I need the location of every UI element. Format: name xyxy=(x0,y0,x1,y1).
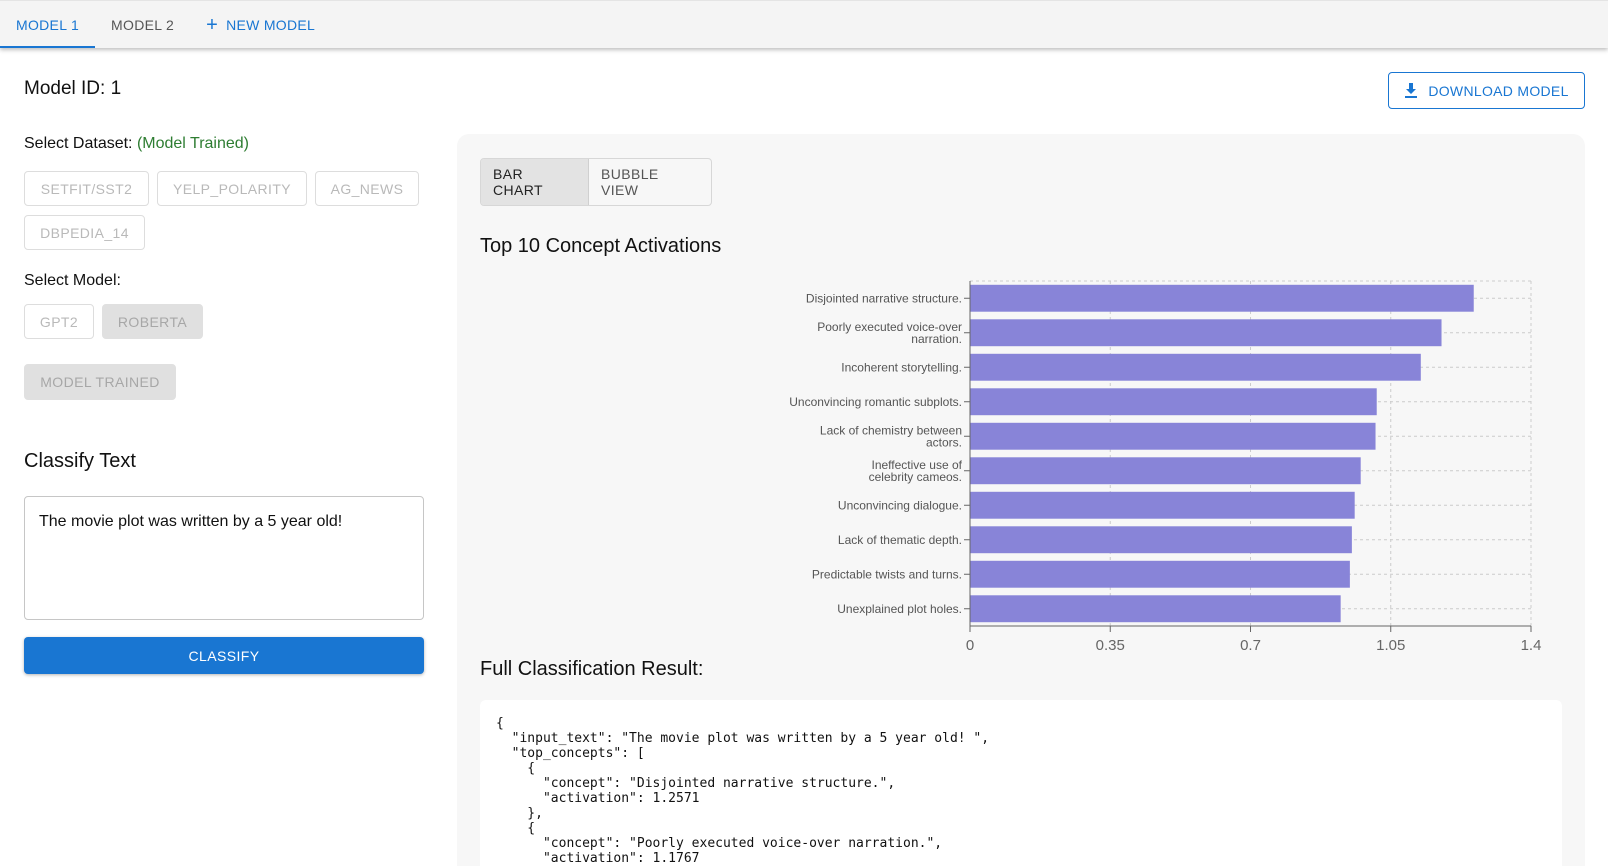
y-category-label: Lack of thematic depth. xyxy=(838,533,962,547)
model-option-roberta[interactable]: ROBERTA xyxy=(102,304,203,339)
classification-result-json: { "input_text": "The movie plot was writ… xyxy=(480,700,1562,866)
dataset-option-sst2[interactable]: SETFIT/SST2 xyxy=(24,171,149,206)
bar xyxy=(970,457,1361,485)
model-select-label: Select Model: xyxy=(24,272,121,289)
bubble-view-toggle[interactable]: BUBBLE VIEW xyxy=(589,159,711,205)
model-trained-button[interactable]: MODEL TRAINED xyxy=(24,364,176,400)
y-category-label: Unconvincing romantic subplots. xyxy=(789,395,962,409)
bar xyxy=(970,284,1474,312)
y-category-label: Unexplained plot holes. xyxy=(837,602,962,616)
bar xyxy=(970,560,1350,588)
x-tick-label: 0.35 xyxy=(1096,637,1125,654)
dataset-select-label: Select Dataset: (Model Trained) xyxy=(24,135,249,153)
y-category-label: Disjointed narrative structure. xyxy=(806,291,962,305)
bar xyxy=(970,491,1355,519)
model-tab-bar: MODEL 1 MODEL 2 + NEW MODEL xyxy=(0,0,1608,48)
model-option-gpt2[interactable]: GPT2 xyxy=(24,304,94,339)
x-tick-label: 1.05 xyxy=(1376,637,1405,654)
x-tick-label: 1.4 xyxy=(1521,637,1542,654)
download-icon xyxy=(1405,82,1418,98)
concept-activation-bar-chart: 0 0.35 0.7 1.05 1.4 Disjointed narrative stru… xyxy=(789,280,1542,654)
new-model-tab[interactable]: + NEW MODEL xyxy=(190,1,331,48)
bar xyxy=(970,353,1421,381)
bar xyxy=(970,595,1341,623)
bar xyxy=(970,319,1442,347)
classify-text-input[interactable]: The movie plot was written by a 5 year o… xyxy=(24,496,424,620)
bar xyxy=(970,526,1352,554)
y-category-label: Incoherent storytelling. xyxy=(841,360,962,374)
plus-icon: + xyxy=(206,13,219,36)
classify-button[interactable]: CLASSIFY xyxy=(24,637,424,674)
dataset-label-text: Select Dataset: xyxy=(24,135,133,152)
dataset-option-dbpedia-14[interactable]: DBPEDIA_14 xyxy=(24,215,145,250)
y-category-label: Predictable twists and turns. xyxy=(812,567,962,581)
view-toggle-group: BAR CHART BUBBLE VIEW xyxy=(480,158,712,206)
y-category-label: Poorly executed voice-over narration. xyxy=(817,320,962,346)
model-trained-status: (Model Trained) xyxy=(136,135,249,152)
chart-title: Top 10 Concept Activations xyxy=(480,235,722,257)
y-category-label: Unconvincing dialogue. xyxy=(838,498,962,512)
x-tick-label: 0.7 xyxy=(1240,637,1261,654)
bar-chart-toggle[interactable]: BAR CHART xyxy=(481,159,589,205)
y-category-label: Lack of chemistry between actors. xyxy=(820,423,962,449)
tab-model-2[interactable]: MODEL 2 xyxy=(95,1,190,48)
dataset-option-yelp-polarity[interactable]: YELP_POLARITY xyxy=(157,171,307,206)
new-model-label: NEW MODEL xyxy=(226,16,316,33)
download-model-label: DOWNLOAD MODEL xyxy=(1428,82,1569,99)
full-result-heading: Full Classification Result: xyxy=(480,658,704,680)
bar xyxy=(970,388,1377,416)
dataset-option-ag-news[interactable]: AG_NEWS xyxy=(315,171,419,206)
classify-text-heading: Classify Text xyxy=(24,450,136,472)
model-id-heading: Model ID: 1 xyxy=(24,78,122,99)
tab-model-1[interactable]: MODEL 1 xyxy=(0,1,96,48)
x-tick-label: 0 xyxy=(966,637,974,654)
download-model-button[interactable]: DOWNLOAD MODEL xyxy=(1388,72,1585,109)
y-category-label: Ineffective use of celebrity cameos. xyxy=(869,458,963,484)
bar xyxy=(970,422,1376,450)
